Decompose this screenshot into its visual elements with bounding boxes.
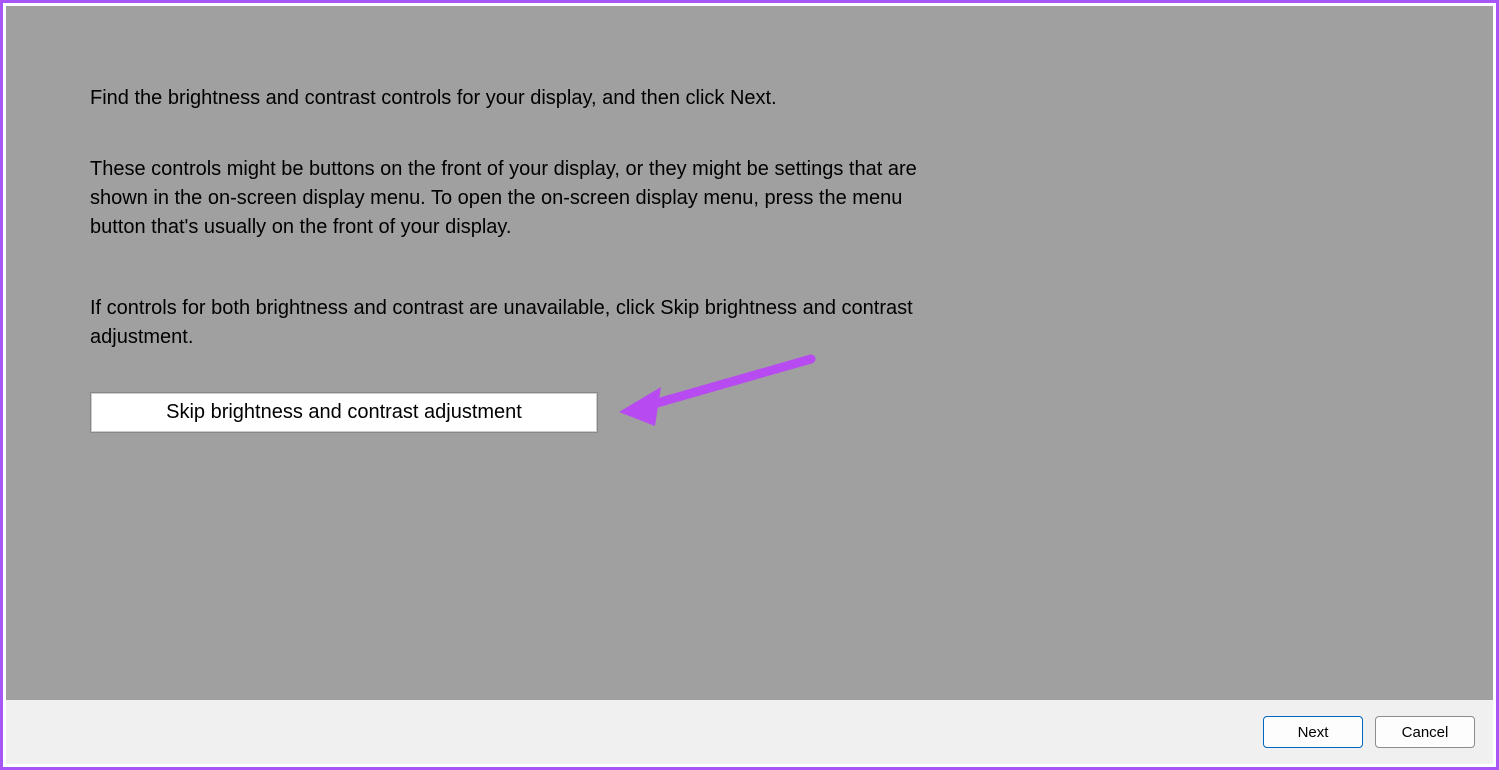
cancel-button[interactable]: Cancel <box>1375 716 1475 748</box>
instruction-text-1: Find the brightness and contrast control… <box>90 84 960 113</box>
wizard-content: Find the brightness and contrast control… <box>6 6 1493 700</box>
instruction-text-2: These controls might be buttons on the f… <box>90 155 960 242</box>
instruction-text-3: If controls for both brightness and cont… <box>90 294 960 352</box>
window-frame: Find the brightness and contrast control… <box>0 0 1499 770</box>
next-button[interactable]: Next <box>1263 716 1363 748</box>
skip-brightness-contrast-button[interactable]: Skip brightness and contrast adjustment <box>90 392 598 433</box>
annotation-arrow-icon <box>611 344 831 444</box>
wizard-footer: Next Cancel <box>6 700 1493 764</box>
